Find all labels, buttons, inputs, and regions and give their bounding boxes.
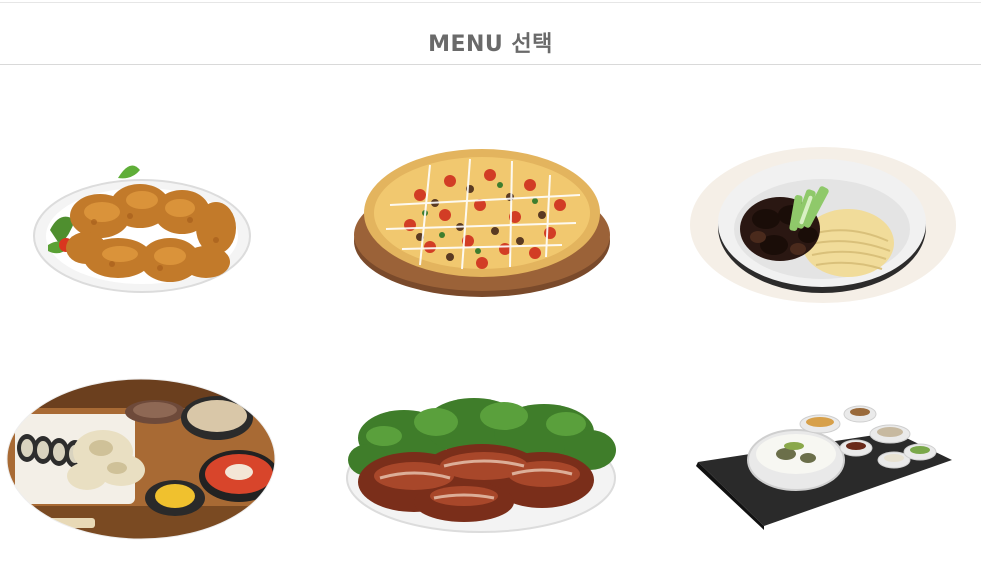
jajangmyeon-image [690, 147, 956, 303]
japanese-set-image [6, 378, 276, 540]
page-header: MENU 선택 [0, 20, 981, 64]
menu-item-japanese-set[interactable] [5, 378, 277, 540]
menu-item-pizza[interactable] [350, 145, 614, 303]
menu-item-korean-set-meal[interactable] [694, 402, 956, 532]
pizza-image [354, 149, 610, 297]
menu-item-jokbal[interactable] [344, 390, 619, 535]
jokbal-image [346, 398, 616, 533]
menu-item-chicken[interactable] [30, 150, 254, 295]
korean-set-meal-image [696, 405, 952, 530]
header-divider [0, 64, 981, 65]
top-border [0, 2, 981, 3]
page-title: MENU 선택 [428, 32, 553, 57]
menu-item-jajangmyeon[interactable] [688, 145, 958, 305]
fried-chicken-image [33, 165, 251, 293]
